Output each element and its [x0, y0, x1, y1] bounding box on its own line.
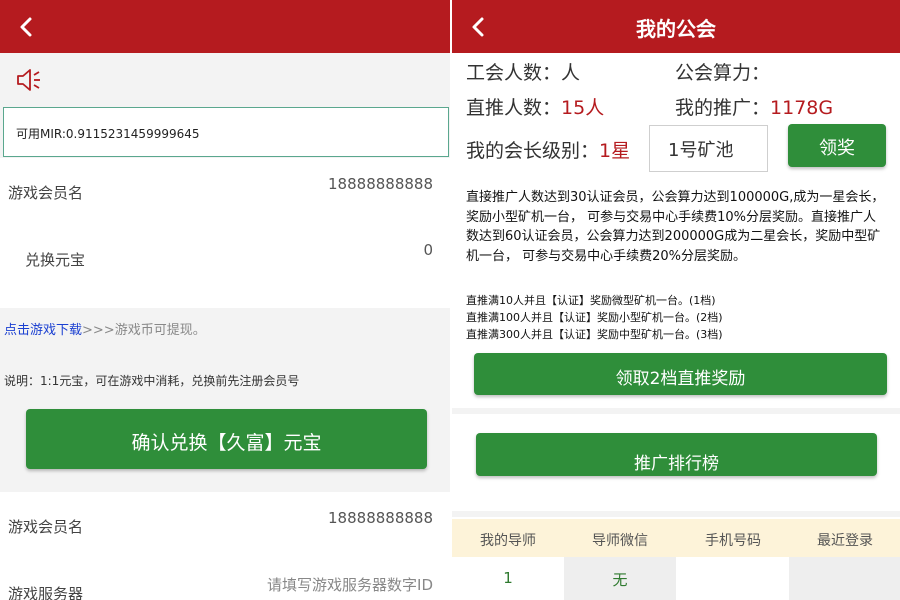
tier-claim-button[interactable]: 领取2档直推奖励	[474, 353, 887, 395]
speaker-icon	[14, 66, 42, 94]
download-note: >>>游戏币可提现。	[82, 323, 206, 338]
exchange-note: 说明：1:1元宝，可在游戏中消耗，兑换前先注册会员号	[4, 374, 300, 388]
tier-1-text: 直推满10人并且【认证】奖励微型矿机一台。(1档)	[466, 294, 716, 307]
download-line: 点击游戏下载>>>游戏币可提现。	[4, 319, 206, 338]
confirm-exchange-button[interactable]: 确认兑换【久富】元宝	[26, 409, 427, 469]
server-input[interactable]: 请填写游戏服务器数字ID	[267, 574, 433, 595]
ranking-button[interactable]: 推广排行榜	[476, 433, 877, 476]
direct-count-label: 直推人数：	[466, 97, 562, 119]
download-link[interactable]: 点击游戏下载	[4, 323, 82, 338]
leader-level-value: 1星	[599, 140, 631, 162]
exchange-form: 游戏会员名 18888888888 兑换元宝 0	[0, 158, 450, 308]
leader-level: 我的会长级别：1星	[466, 136, 630, 163]
direct-count: 直推人数：15人	[466, 93, 604, 120]
section-divider-2	[452, 511, 900, 517]
guild-header: 我的公会	[452, 0, 900, 53]
exchange-amount-label: 兑换元宝	[25, 251, 86, 269]
tier-2-text: 直推满100人并且【认证】奖励小型矿机一台。(2档)	[466, 311, 723, 324]
server-form: 游戏会员名 18888888888 游戏服务器 请填写游戏服务器数字ID	[0, 492, 450, 600]
page: 可用MIR:0.9115231459999645 游戏会员名 188888888…	[0, 0, 900, 600]
table-cell-mentor: 1	[503, 569, 513, 587]
col-phone: 手机号码	[705, 533, 761, 549]
exchange-amount-input[interactable]: 0	[423, 241, 433, 259]
page-title: 我的公会	[636, 17, 716, 41]
mir-balance-box: 可用MIR:0.9115231459999645	[3, 107, 449, 157]
col-mentor-wechat: 导师微信	[592, 533, 648, 549]
guild-members-label: 工会人数：人	[466, 62, 581, 84]
back-arrow-icon[interactable]	[16, 16, 38, 38]
member-name-value-2[interactable]: 18888888888	[328, 509, 433, 527]
direct-count-value: 15人	[561, 97, 605, 119]
member-name-label: 游戏会员名	[8, 184, 84, 202]
my-promotion-label: 我的推广：	[675, 97, 771, 119]
leader-level-label: 我的会长级别：	[466, 140, 600, 162]
claim-button[interactable]: 领奖	[788, 124, 886, 167]
table-cell-bg	[677, 557, 789, 600]
server-label: 游戏服务器	[8, 585, 84, 600]
member-name-value[interactable]: 18888888888	[328, 175, 433, 193]
col-mentor: 我的导师	[480, 533, 536, 549]
tier-3-text: 直推满300人并且【认证】奖励中型矿机一台。(3档)	[466, 328, 723, 341]
table-cell-wechat: 无	[612, 571, 628, 589]
mir-balance-text: 可用MIR:0.9115231459999645	[16, 127, 200, 141]
exchange-panel: 可用MIR:0.9115231459999645 游戏会员名 188888888…	[0, 0, 450, 600]
guild-panel: 我的公会 工会人数：人 公会算力： 直推人数：15人 我的推广：1178G 我的…	[450, 0, 900, 600]
level-description: 直接推广人数达到30认证会员，公会算力达到100000G,成为一星会长，奖励小型…	[466, 190, 885, 264]
member-name-label-2: 游戏会员名	[8, 518, 84, 536]
table-cell-bg	[789, 557, 900, 600]
my-promotion: 我的推广：1178G	[675, 93, 833, 120]
my-promotion-value: 1178G	[770, 97, 834, 119]
pool-select[interactable]: 1号矿池	[649, 125, 768, 172]
exchange-header	[0, 0, 450, 53]
section-divider	[452, 408, 900, 414]
col-last-login: 最近登录	[817, 533, 873, 549]
guild-power-label: 公会算力：	[675, 62, 771, 84]
